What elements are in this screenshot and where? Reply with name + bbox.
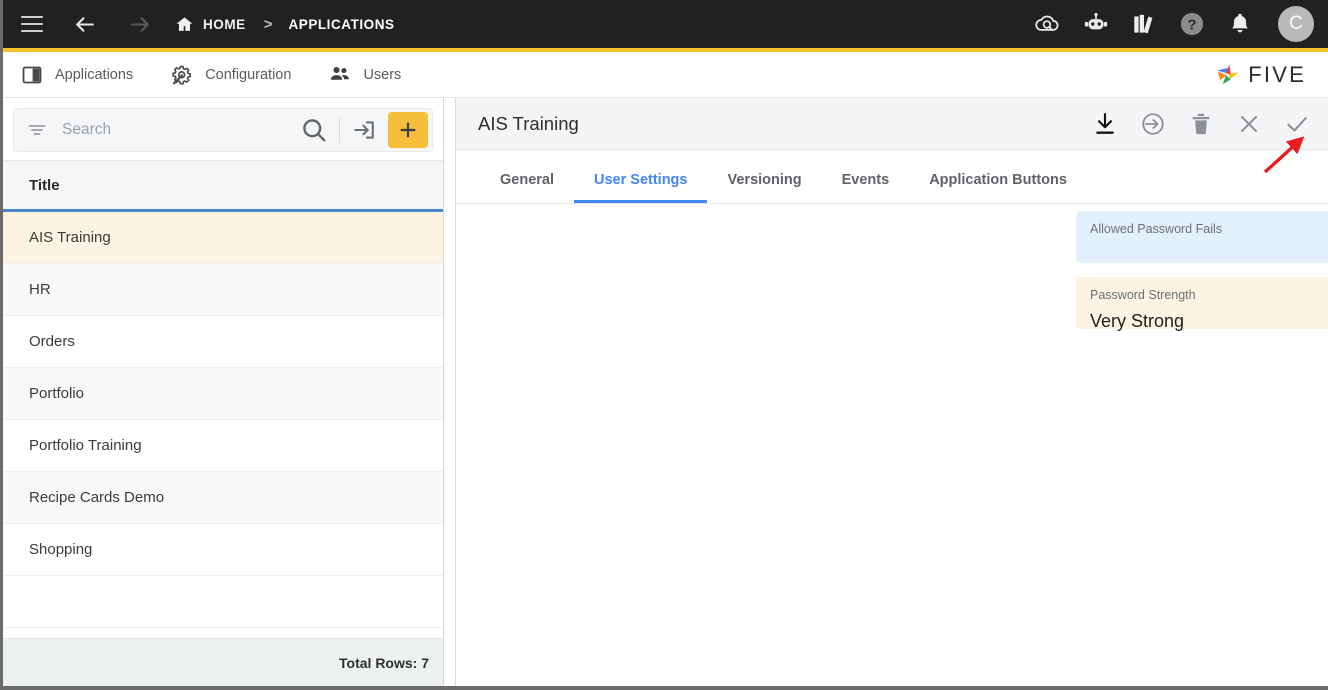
tab-general[interactable]: General bbox=[480, 172, 574, 204]
library-books-icon[interactable] bbox=[1130, 10, 1158, 38]
breadcrumb-separator: > bbox=[263, 15, 273, 33]
row-title: HR bbox=[29, 281, 51, 298]
delete-trash-icon[interactable] bbox=[1188, 111, 1214, 137]
topbar-actions: ? C bbox=[1034, 6, 1314, 42]
applications-grid: AIS Training HR Orders Portfolio Portfol… bbox=[3, 212, 443, 638]
home-icon[interactable] bbox=[175, 15, 194, 34]
allowed-password-fails-field[interactable]: Allowed Password Fails 3 bbox=[1076, 211, 1328, 263]
page-title: AIS Training bbox=[478, 112, 579, 134]
application-detail-panel: AIS Training General User Settings Versi… bbox=[455, 98, 1328, 686]
cloud-search-icon[interactable] bbox=[1034, 10, 1062, 38]
download-icon[interactable] bbox=[1092, 111, 1118, 137]
password-strength-value: Very Strong bbox=[1090, 310, 1185, 331]
breadcrumb: HOME > APPLICATIONS bbox=[175, 15, 395, 34]
table-row[interactable]: AIS Training bbox=[3, 212, 443, 264]
robot-chat-icon[interactable] bbox=[1082, 10, 1110, 38]
five-brand-logo: FIVE bbox=[1215, 62, 1306, 88]
save-check-icon[interactable] bbox=[1284, 111, 1310, 137]
import-arrow-icon[interactable] bbox=[350, 116, 378, 144]
tab-events[interactable]: Events bbox=[822, 172, 910, 204]
applications-list-panel: Title AIS Training HR Orders Portfolio P… bbox=[3, 98, 444, 686]
close-x-icon[interactable] bbox=[1236, 111, 1262, 137]
menu-item-users-label: Users bbox=[363, 66, 402, 83]
grid-column-header-title[interactable]: Title bbox=[3, 160, 443, 212]
tab-user-settings[interactable]: User Settings bbox=[574, 172, 708, 203]
main-content-area: Title AIS Training HR Orders Portfolio P… bbox=[3, 98, 1328, 686]
panel-gap bbox=[444, 98, 455, 686]
menu-item-applications-label: Applications bbox=[55, 66, 134, 83]
row-title: Orders bbox=[29, 333, 75, 350]
tab-versioning[interactable]: Versioning bbox=[707, 172, 821, 204]
top-navigation-bar: HOME > APPLICATIONS ? C bbox=[3, 0, 1328, 52]
table-row[interactable]: Shopping bbox=[3, 524, 443, 576]
menu-item-users[interactable]: Users bbox=[329, 65, 401, 85]
gear-wrench-icon bbox=[171, 65, 193, 85]
password-strength-label: Password Strength bbox=[1090, 288, 1196, 302]
toolbar-divider bbox=[339, 117, 340, 143]
svg-text:?: ? bbox=[1187, 17, 1196, 34]
back-arrow-icon[interactable] bbox=[67, 7, 101, 41]
filter-icon[interactable] bbox=[26, 119, 48, 141]
users-group-icon bbox=[329, 65, 351, 85]
user-settings-form: Allowed Password Fails 3 Password Streng… bbox=[456, 204, 1328, 686]
breadcrumb-current[interactable]: APPLICATIONS bbox=[288, 17, 394, 32]
menu-item-applications[interactable]: Applications bbox=[21, 65, 133, 85]
module-menu-bar: Applications Configuration Users FIVE bbox=[3, 52, 1328, 98]
row-title: Portfolio bbox=[29, 385, 85, 402]
detail-header: AIS Training bbox=[456, 98, 1328, 150]
user-avatar[interactable]: C bbox=[1278, 6, 1314, 42]
row-title: AIS Training bbox=[29, 229, 111, 246]
search-icon[interactable] bbox=[299, 115, 329, 145]
detail-actions bbox=[1092, 111, 1310, 137]
notifications-bell-icon[interactable] bbox=[1226, 10, 1254, 38]
five-brand-text: FIVE bbox=[1248, 61, 1306, 87]
allowed-password-fails-value: 3 bbox=[1090, 241, 1328, 261]
search-toolbar bbox=[3, 98, 443, 160]
export-arrow-circle-icon[interactable] bbox=[1140, 111, 1166, 137]
add-application-button[interactable] bbox=[388, 112, 428, 148]
row-title: Shopping bbox=[29, 541, 93, 558]
row-title: Recipe Cards Demo bbox=[29, 489, 165, 506]
password-strength-field[interactable]: Password Strength Very Strong bbox=[1076, 277, 1328, 331]
help-icon[interactable]: ? bbox=[1178, 10, 1206, 38]
tab-application-buttons[interactable]: Application Buttons bbox=[909, 172, 1087, 204]
forward-arrow-icon[interactable] bbox=[123, 7, 157, 41]
menu-item-configuration-label: Configuration bbox=[205, 66, 292, 83]
table-row[interactable]: Portfolio bbox=[3, 368, 443, 420]
search-bar bbox=[13, 108, 433, 152]
menu-item-configuration[interactable]: Configuration bbox=[171, 65, 291, 85]
table-row[interactable]: HR bbox=[3, 264, 443, 316]
row-title: Portfolio Training bbox=[29, 437, 142, 454]
table-row[interactable]: Orders bbox=[3, 316, 443, 368]
table-row[interactable]: Portfolio Training bbox=[3, 420, 443, 472]
five-pinwheel-logo-icon bbox=[1215, 62, 1241, 88]
grid-footer-total-rows: Total Rows: 7 bbox=[3, 638, 443, 686]
table-row[interactable]: Recipe Cards Demo bbox=[3, 472, 443, 524]
table-row-empty bbox=[3, 576, 443, 628]
applications-panel-icon bbox=[21, 65, 43, 85]
allowed-password-fails-label: Allowed Password Fails bbox=[1090, 222, 1222, 236]
application-window: HOME > APPLICATIONS ? C Applications Con… bbox=[0, 0, 1328, 690]
detail-tab-bar: General User Settings Versioning Events … bbox=[456, 150, 1328, 204]
breadcrumb-home-link[interactable]: HOME bbox=[203, 17, 246, 32]
search-input[interactable] bbox=[48, 121, 299, 139]
hamburger-menu-icon[interactable] bbox=[21, 16, 43, 32]
